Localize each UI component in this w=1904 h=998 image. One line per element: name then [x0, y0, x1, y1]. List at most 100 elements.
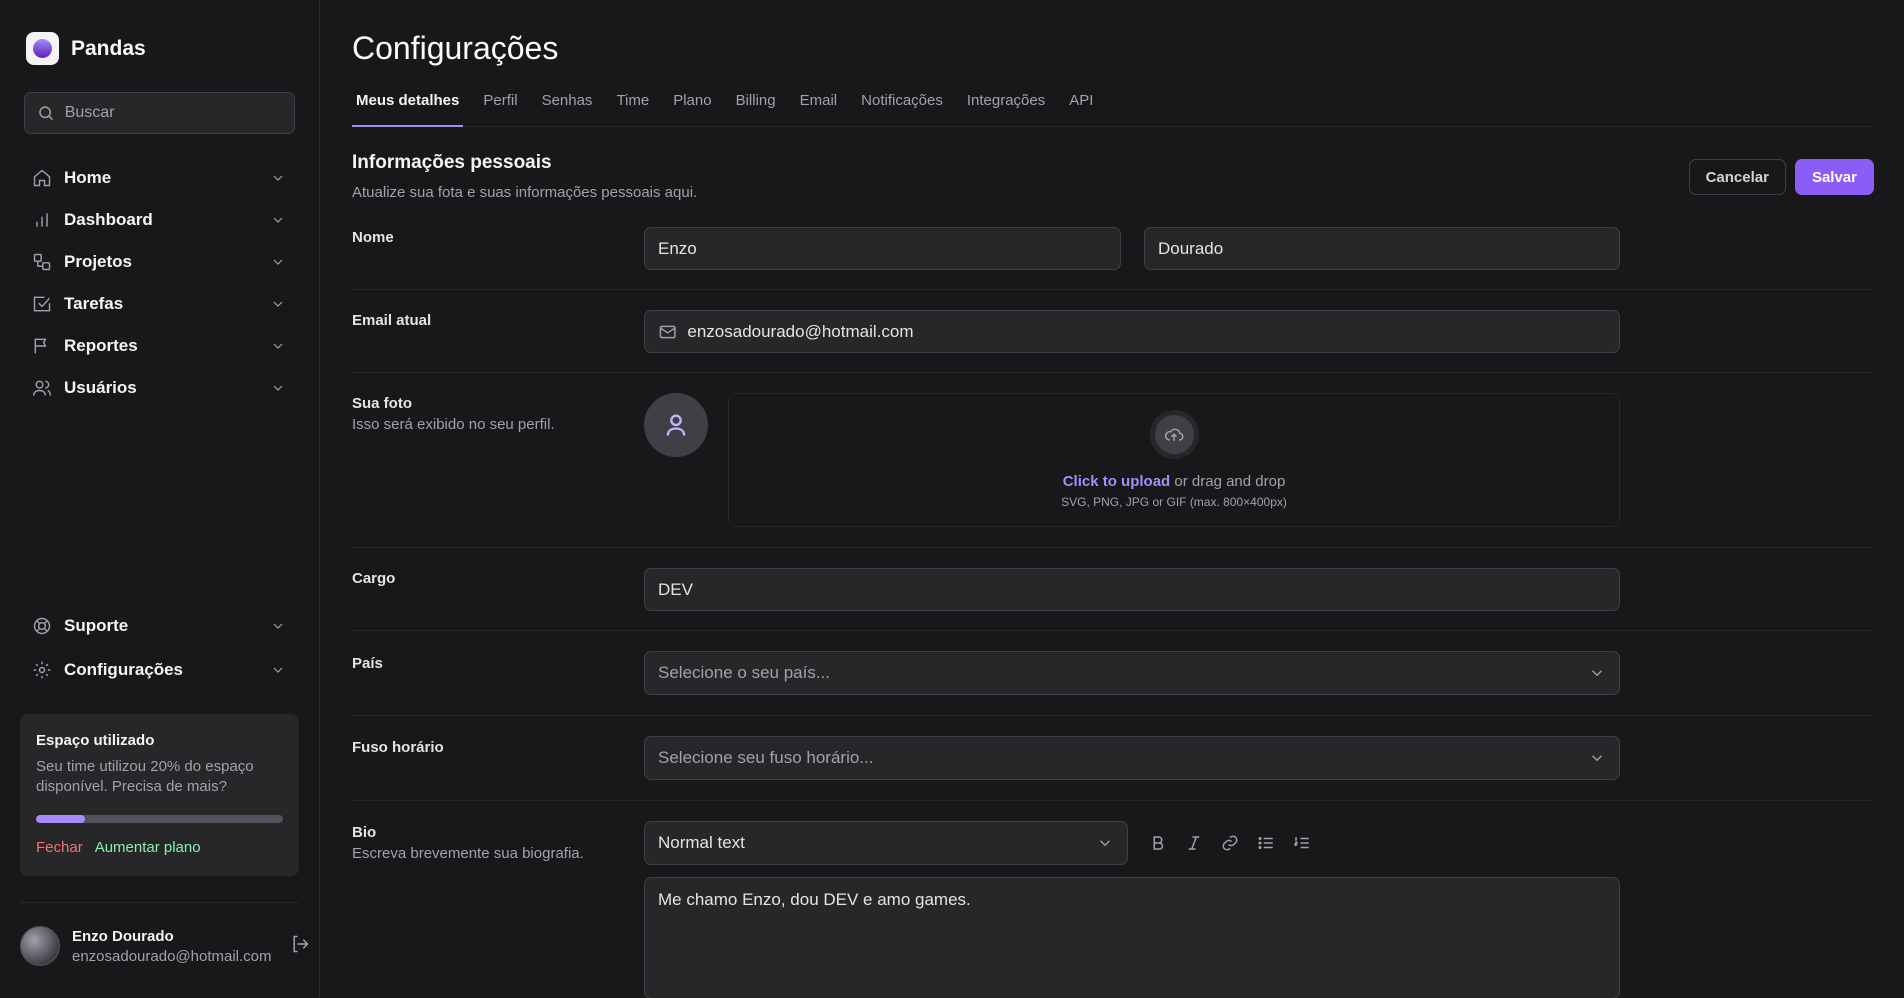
home-icon: [33, 169, 51, 187]
last-name-input[interactable]: [1158, 238, 1606, 259]
sidebar-item-label: Suporte: [64, 616, 129, 635]
tab-api[interactable]: API: [1065, 84, 1097, 127]
sidebar-item-suporte[interactable]: Suporte: [20, 604, 296, 648]
sidebar-item-home[interactable]: Home: [20, 157, 296, 199]
sidebar-item-label: Tarefas: [64, 294, 124, 313]
italic-button[interactable]: [1184, 833, 1204, 853]
brand[interactable]: Pandas: [26, 32, 146, 65]
tab-plano[interactable]: Plano: [669, 84, 715, 127]
chevron-down-icon: [273, 301, 283, 307]
sidebar-item-label: Configurações: [64, 660, 184, 679]
chevron-down-icon: [1592, 670, 1602, 677]
role-input[interactable]: [658, 579, 1606, 600]
link-button[interactable]: [1220, 833, 1240, 853]
main-content: Configurações Meus detalhes Perfil Senha…: [352, 0, 1874, 998]
timezone-row: Fuso horário Selecione seu fuso horário.…: [352, 716, 1874, 801]
section-subtitle: Atualize sua fota e suas informações pes…: [352, 184, 698, 201]
cancel-button[interactable]: Cancelar: [1688, 159, 1786, 195]
chevron-down-icon: [273, 175, 283, 181]
sidebar-item-configuracoes[interactable]: Configurações: [20, 648, 296, 692]
chevron-down-icon: [273, 623, 283, 629]
first-name-input[interactable]: [658, 238, 1107, 259]
text-format-value: Normal text: [658, 833, 745, 852]
upload-dropzone[interactable]: Click to upload or drag and drop SVG, PN…: [728, 393, 1620, 527]
tab-billing[interactable]: Billing: [732, 84, 780, 127]
email-input[interactable]: [687, 321, 1606, 342]
sidebar-item-label: Home: [64, 168, 112, 187]
first-name-field[interactable]: [644, 227, 1121, 270]
bio-textarea[interactable]: Me chamo Enzo, dou DEV e amo games.: [644, 877, 1620, 998]
role-field[interactable]: [644, 568, 1620, 611]
page-title: Configurações: [352, 30, 559, 66]
link-icon: [1222, 835, 1238, 851]
chevron-down-icon: [273, 667, 283, 673]
tab-notificacoes[interactable]: Notificações: [857, 84, 947, 127]
chevron-down-icon: [1592, 755, 1602, 762]
tab-senhas[interactable]: Senhas: [538, 84, 597, 127]
upload-link[interactable]: Click to upload: [1063, 473, 1171, 490]
photo-row: Sua foto Isso será exibido no seu perfil…: [352, 373, 1874, 548]
upload-cloud-icon: [1149, 410, 1199, 459]
avatar[interactable]: [20, 926, 60, 966]
main-nav: Home Dashboard Projetos Tarefas Reportes…: [20, 157, 296, 409]
flag-icon: [34, 338, 47, 354]
text-format-select[interactable]: Normal text: [644, 821, 1128, 865]
last-name-field[interactable]: [1144, 227, 1620, 270]
sidebar-item-projetos[interactable]: Projetos: [20, 241, 296, 283]
bar-chart-icon: [36, 213, 48, 227]
tab-email[interactable]: Email: [796, 84, 842, 127]
user-name: Enzo Dourado: [72, 927, 174, 945]
usage-card: Espaço utilizado Seu time utilizou 20% d…: [20, 714, 299, 876]
sidebar-item-dashboard[interactable]: Dashboard: [20, 199, 296, 241]
secondary-nav: Suporte Configurações: [20, 604, 296, 692]
sidebar-item-label: Reportes: [64, 336, 138, 355]
section-header: Informações pessoais Atualize sua fota e…: [352, 152, 697, 201]
chevron-down-icon: [273, 217, 283, 223]
chevron-down-icon: [1100, 840, 1110, 847]
tab-integracoes[interactable]: Integrações: [963, 84, 1049, 127]
search-box[interactable]: [24, 92, 295, 134]
user-icon: [666, 414, 686, 436]
mail-icon: [659, 325, 676, 338]
sidebar-item-label: Projetos: [64, 252, 133, 271]
search-icon: [39, 106, 54, 121]
photo-label: Sua foto: [352, 395, 412, 412]
chevron-down-icon: [273, 385, 283, 391]
email-field[interactable]: [644, 310, 1620, 353]
upload-text: Click to upload or drag and drop: [1063, 473, 1286, 490]
email-row: Email atual: [352, 290, 1874, 373]
tab-perfil[interactable]: Perfil: [479, 84, 521, 127]
logout-icon: [293, 935, 309, 952]
timezone-placeholder: Selecione seu fuso horário...: [658, 748, 874, 767]
users-icon: [32, 380, 52, 396]
save-button[interactable]: Salvar: [1794, 159, 1874, 195]
tab-time[interactable]: Time: [612, 84, 653, 127]
country-select[interactable]: Selecione o seu país...: [644, 651, 1620, 695]
chevron-down-icon: [273, 343, 283, 349]
tab-meus-detalhes[interactable]: Meus detalhes: [352, 84, 464, 127]
timezone-select[interactable]: Selecione seu fuso horário...: [644, 736, 1620, 780]
sidebar-item-label: Dashboard: [64, 210, 153, 229]
sidebar-item-usuarios[interactable]: Usuários: [20, 367, 296, 409]
italic-icon: [1188, 836, 1200, 850]
usage-close-link[interactable]: Fechar: [36, 839, 83, 856]
usage-upgrade-link[interactable]: Aumentar plano: [95, 839, 201, 856]
sidebar-item-tarefas[interactable]: Tarefas: [20, 283, 296, 325]
section-title: Informações pessoais: [352, 152, 552, 173]
bio-label: Bio: [352, 824, 377, 841]
bullet-list-button[interactable]: [1256, 833, 1276, 853]
name-label: Nome: [352, 229, 394, 246]
editor-toolbar: [1148, 833, 1312, 853]
numbered-list-button[interactable]: [1292, 833, 1312, 853]
gear-icon: [33, 661, 51, 679]
country-label: País: [352, 655, 383, 672]
sidebar-item-label: Usuários: [64, 378, 137, 397]
brand-logo-icon: [26, 32, 59, 65]
country-row: País Selecione o seu país...: [352, 631, 1874, 716]
search-input[interactable]: [64, 104, 282, 122]
chevron-down-icon: [273, 259, 283, 265]
logout-button[interactable]: [290, 934, 310, 959]
layers-icon: [33, 253, 51, 271]
sidebar-item-reportes[interactable]: Reportes: [20, 325, 296, 367]
bold-button[interactable]: [1148, 833, 1168, 853]
